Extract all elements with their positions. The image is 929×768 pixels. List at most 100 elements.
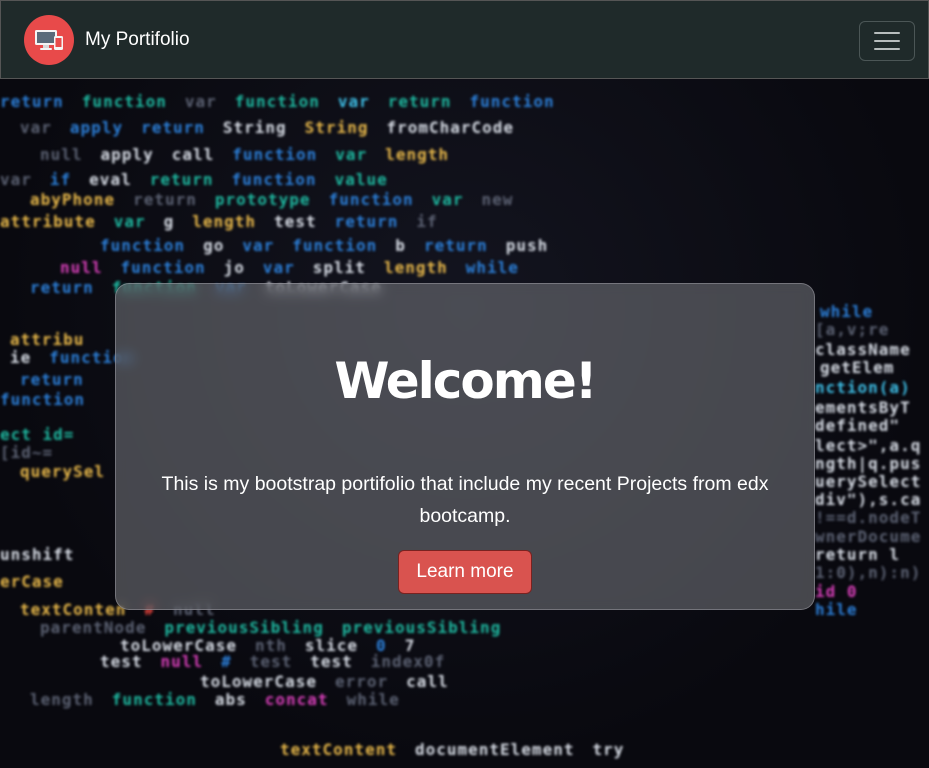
code-token: function xyxy=(111,690,197,709)
code-token: index0f xyxy=(370,652,446,671)
code-token: go xyxy=(203,236,225,255)
code-line: lect>",a.q xyxy=(815,436,929,455)
code-token: textConten xyxy=(20,600,127,619)
code-token: var xyxy=(242,236,275,255)
code-token: var xyxy=(431,190,464,209)
code-token: parentNode xyxy=(40,618,147,637)
code-token: function xyxy=(100,236,186,255)
code-token: null xyxy=(60,258,103,277)
code-token: hile xyxy=(815,600,858,619)
code-line: [a,v;re xyxy=(815,320,907,339)
code-token: getElem xyxy=(820,358,895,377)
code-token: return xyxy=(141,118,205,137)
code-line: abyPhone return prototype function var new xyxy=(30,190,531,209)
code-token: toLowerCase xyxy=(200,672,317,691)
code-token: eval xyxy=(89,170,132,189)
code-token: length xyxy=(192,212,257,231)
code-line: return function var function var return functi… xyxy=(0,92,573,111)
code-token: wnerDocume xyxy=(815,527,922,546)
learn-more-button[interactable]: Learn more xyxy=(398,550,532,594)
welcome-card: Welcome! This is my bootstrap portifolio… xyxy=(115,283,815,610)
code-token: erCase xyxy=(0,572,64,591)
devices-icon[interactable] xyxy=(24,14,74,65)
code-token: 1:0),n):n) xyxy=(815,563,922,582)
code-token: return xyxy=(30,278,94,297)
code-token: test xyxy=(310,652,353,671)
hero-description: This is my bootstrap portifolio that inc… xyxy=(161,473,769,527)
code-token: defined" xyxy=(815,416,901,435)
code-line: length function abs concat while xyxy=(30,690,418,709)
code-token: function xyxy=(81,92,167,111)
code-line: attribute var g length test return if xyxy=(0,212,456,231)
code-token: id 0 xyxy=(815,582,858,601)
code-token: prototype xyxy=(214,190,311,209)
code-token: ngth|q.pus xyxy=(815,454,922,473)
code-line: hile xyxy=(815,600,876,619)
code-token: b xyxy=(395,236,406,255)
code-token: [id~= xyxy=(0,443,54,462)
code-token: String xyxy=(222,118,287,137)
code-token: try xyxy=(592,740,625,759)
code-token: return xyxy=(20,370,84,389)
code-line: 1:0),n):n) xyxy=(815,563,929,582)
code-line: className xyxy=(815,340,929,359)
code-token: textContent xyxy=(280,740,397,759)
code-token: documentElement xyxy=(414,740,575,759)
code-token: ie xyxy=(10,348,32,367)
code-line: null function jo var split length while xyxy=(60,258,537,277)
code-token: [a,v;re xyxy=(815,320,890,339)
code-token: function xyxy=(328,190,414,209)
brand-title[interactable]: My Portifolio xyxy=(85,29,190,51)
code-line: toLowerCase error call xyxy=(200,672,467,691)
code-token: nction(a) xyxy=(815,378,911,397)
code-token: length xyxy=(383,258,448,277)
hamburger-menu-icon[interactable] xyxy=(859,21,915,61)
code-line: ect id= xyxy=(0,425,92,444)
code-line: defined" xyxy=(815,416,918,435)
code-line: while xyxy=(820,302,891,321)
code-token: null xyxy=(40,145,83,164)
code-token: var xyxy=(262,258,295,277)
code-token: ementsByT xyxy=(815,398,911,417)
code-line: var if eval return function value xyxy=(0,170,406,189)
code-token: uerySelect xyxy=(815,472,922,491)
code-token: className xyxy=(815,340,911,359)
code-line: getElem xyxy=(820,358,912,377)
code-token: lect>",a.q xyxy=(815,436,922,455)
code-token: var xyxy=(337,92,370,111)
code-token: querySel xyxy=(20,462,106,481)
code-token: attribute xyxy=(0,212,96,231)
code-line: textContent documentElement try xyxy=(280,740,642,759)
page: functionvarreturnstringlengthreturnfunct… xyxy=(0,0,929,768)
code-token: length xyxy=(30,690,94,709)
code-token: function xyxy=(0,390,86,409)
code-token: g xyxy=(163,212,175,231)
code-token: length xyxy=(385,145,449,164)
code-token: function xyxy=(120,258,206,277)
code-token: return xyxy=(423,236,488,255)
code-line: ementsByT xyxy=(815,398,929,417)
navbar: My Portifolio xyxy=(0,0,929,79)
code-token: String xyxy=(304,118,369,137)
code-token: concat xyxy=(264,690,329,709)
code-token: while xyxy=(346,690,400,709)
code-line: erCase xyxy=(0,572,82,591)
code-token: return xyxy=(334,212,399,231)
code-token: ect id= xyxy=(0,425,75,444)
code-token: test xyxy=(274,212,317,231)
code-token: var xyxy=(184,92,217,111)
code-line: ngth|q.pus xyxy=(815,454,929,473)
code-token: apply xyxy=(69,118,124,137)
code-line: [id~= xyxy=(0,443,71,462)
code-line: attribu xyxy=(10,330,102,349)
hero-heading: Welcome! xyxy=(334,352,597,410)
code-token: previousSibling xyxy=(164,618,324,637)
code-token: new xyxy=(481,190,514,209)
code-token: var xyxy=(0,170,32,189)
code-token: if xyxy=(416,212,438,231)
code-token: return xyxy=(149,170,214,189)
code-token: var xyxy=(335,145,368,164)
code-line: div"),s.ca xyxy=(815,490,929,509)
code-token: # xyxy=(221,652,232,671)
code-line: unshift xyxy=(0,545,92,564)
